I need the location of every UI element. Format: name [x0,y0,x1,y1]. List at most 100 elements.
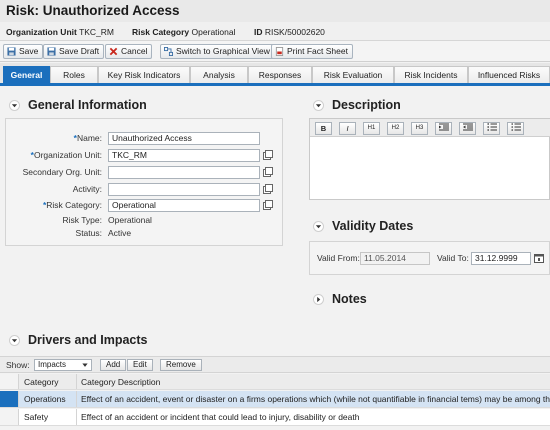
collapse-drivers-button[interactable] [9,334,20,346]
bulleted-list-button[interactable] [507,122,524,135]
remove-button[interactable]: Remove [160,359,202,371]
category-meta: Risk Category Operational [132,27,236,37]
valid-to-label: Valid To: [437,253,469,263]
heading3-button[interactable]: H3 [411,122,428,135]
description-cell: Effect of an accident or incident that c… [76,409,550,425]
switch-graphical-view-button[interactable]: Switch to Graphical View [160,44,275,59]
floppy-disk-icon [47,47,56,56]
value-help-icon[interactable] [263,200,273,210]
row-selector[interactable] [0,391,19,407]
tab-risk-evaluation[interactable]: Risk Evaluation [312,66,394,83]
table-row[interactable]: Operations Effect of an accident, event … [0,391,550,408]
column-header-category[interactable]: Category [20,374,76,389]
tab-strip: General Roles Key Risk Indicators Analys… [0,63,550,86]
secondary-org-unit-input[interactable] [108,166,260,179]
status-label: Status: [75,228,102,238]
tab-influenced-risks[interactable]: Influenced Risks [468,66,550,83]
tab-responses[interactable]: Responses [248,66,312,83]
cancel-button[interactable]: Cancel [105,44,153,59]
page-title: Risk: Unauthorized Access [6,3,180,18]
floppy-disk-icon [7,47,16,56]
general-information-title: General Information [28,98,147,112]
drivers-impacts-toolbar: Show: Impacts Add Edit Remove [0,356,550,373]
collapse-description-button[interactable] [313,99,324,111]
name-label-text: Name: [76,133,102,143]
category-meta-label: Risk Category [132,27,190,37]
id-meta: ID RISK/50002620 [254,27,325,37]
description-header: Description [313,97,401,113]
calendar-icon[interactable] [534,253,544,263]
title-bar: Risk: Unauthorized Access [0,0,550,22]
drivers-impacts-header: Drivers and Impacts [9,332,148,348]
save-draft-button-label: Save Draft [59,46,100,56]
org-unit-label: *Organization Unit: [31,150,102,160]
pdf-icon [275,47,284,56]
column-header-description[interactable]: Category Description [76,374,550,389]
valid-to-input[interactable]: 31.12.9999 [471,252,531,265]
chevron-right-icon [317,296,321,302]
select-all-cell[interactable] [0,374,19,389]
save-draft-button[interactable]: Save Draft [43,44,105,59]
general-information-panel: *Name: Unauthorized Access *Organization… [5,118,283,246]
risk-type-value: Operational [108,215,152,225]
validity-dates-panel: Valid From: 11.05.2014 Valid To: 31.12.9… [309,241,550,275]
org-unit-input[interactable]: TKC_RM [108,149,260,162]
tab-general[interactable]: General [3,66,50,83]
bulleted-list-icon [510,123,521,131]
validity-dates-header: Validity Dates [313,218,413,234]
switch-graphical-view-label: Switch to Graphical View [176,46,270,56]
collapse-validity-button[interactable] [313,220,324,232]
italic-button[interactable]: I [339,122,356,135]
validity-dates-title: Validity Dates [332,219,414,233]
value-help-icon[interactable] [263,184,273,194]
valid-from-label: Valid From: [317,253,360,263]
status-value: Active [108,228,132,238]
close-icon [109,47,118,56]
numbered-list-button[interactable] [483,122,500,135]
object-header: Organization Unit TKC_RM Risk Category O… [0,22,550,41]
show-select-value: Impacts [38,360,67,369]
risk-category-input[interactable]: Operational [108,199,260,212]
collapse-general-button[interactable] [9,99,20,111]
id-meta-value: RISK/50002620 [264,27,325,37]
heading1-button[interactable]: H1 [363,122,380,135]
notes-header: Notes [313,291,367,307]
tab-key-risk-indicators[interactable]: Key Risk Indicators [98,66,190,83]
bold-button[interactable]: B [315,122,332,135]
value-help-icon[interactable] [263,150,273,160]
heading2-button[interactable]: H2 [387,122,404,135]
print-fact-sheet-button[interactable]: Print Fact Sheet [271,44,353,59]
dropdown-arrow-icon [82,363,88,367]
show-label: Show: [6,360,30,370]
edit-button[interactable]: Edit [127,359,153,371]
org-unit-meta-value: TKC_RM [79,27,115,37]
outdent-button[interactable] [459,122,476,135]
save-button[interactable]: Save [3,44,44,59]
add-button[interactable]: Add [100,359,127,371]
drivers-impacts-title: Drivers and Impacts [28,333,148,347]
category-cell: Safety [24,412,49,422]
show-select[interactable]: Impacts [34,359,92,371]
general-information-header: General Information [9,97,147,113]
row-selector[interactable] [0,409,19,425]
id-meta-label: ID [254,27,263,37]
main-toolbar: Save Save Draft Cancel Switch to Graphic… [0,41,550,62]
valid-from-input: 11.05.2014 [360,252,430,265]
org-unit-meta: Organization Unit TKC_RM [6,27,114,37]
value-help-icon[interactable] [263,167,273,177]
org-unit-meta-label: Organization Unit [6,27,77,37]
activity-input[interactable] [108,183,260,196]
tab-risk-incidents[interactable]: Risk Incidents [394,66,468,83]
chevron-down-icon [11,338,18,342]
org-unit-label-text: Organization Unit: [33,150,102,160]
tab-roles[interactable]: Roles [50,66,98,83]
table-row[interactable]: Safety Effect of an accident or incident… [0,409,550,426]
name-input[interactable]: Unauthorized Access [108,132,260,145]
description-cell: Effect of an accident, event or disaster… [76,391,550,407]
category-meta-value: Operational [191,27,236,37]
indent-button[interactable] [435,122,452,135]
expand-notes-button[interactable] [313,293,324,305]
tab-analysis[interactable]: Analysis [190,66,248,83]
description-editor[interactable]: B I H1 H2 H3 [309,118,550,200]
activity-label: Activity: [72,184,102,194]
